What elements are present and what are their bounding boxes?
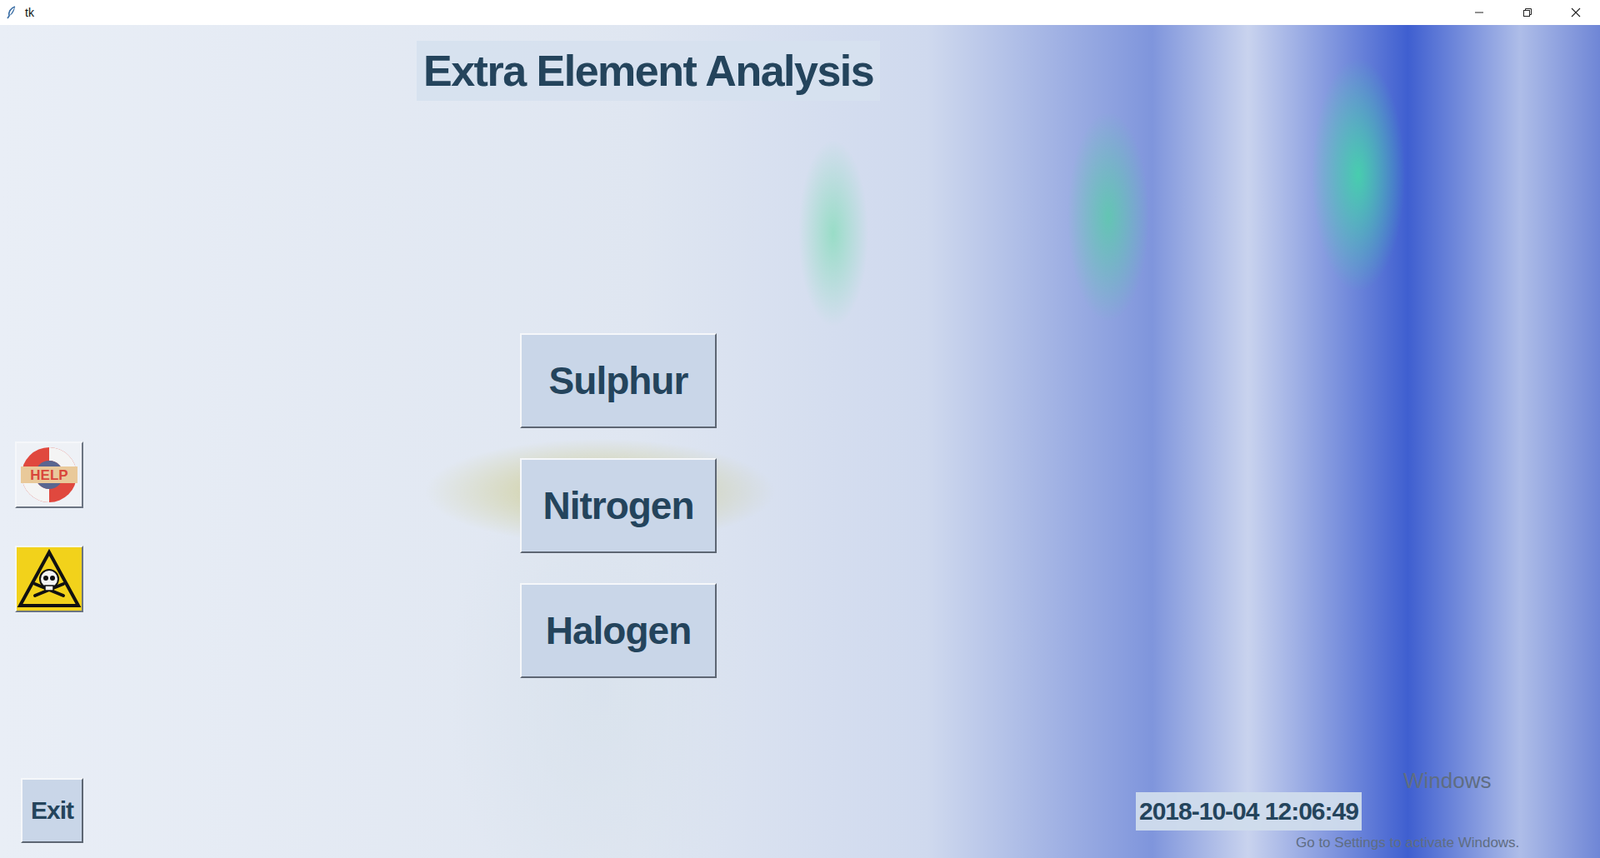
lifebuoy-icon: HELP [16,443,82,507]
minimize-button[interactable] [1455,0,1504,25]
app-window: tk HELP Exit Extra Element Analysis Sulp… [0,0,1600,858]
window-title: tk [25,5,35,20]
restore-icon [1522,7,1533,18]
minimize-icon [1474,7,1485,18]
element-button[interactable]: Halogen [520,583,717,679]
element-button[interactable]: Nitrogen [520,458,717,554]
close-button[interactable] [1551,0,1600,25]
watermark-title: Windows [1403,768,1491,795]
title-bar: tk [0,0,1600,25]
exit-button[interactable]: Exit [20,778,84,844]
close-icon [1570,7,1581,18]
status-area: 2018-10-04 12:06:49 [1150,25,1600,858]
help-button[interactable]: HELP [15,441,84,509]
side-tools: HELP Exit [0,25,84,858]
element-buttons: Sulphur Nitrogen Halogen [520,333,717,679]
content: Extra Element Analysis Sulphur Nitrogen Ha… [83,25,1150,858]
element-button[interactable]: Sulphur [520,333,717,429]
poison-icon [16,547,82,611]
heading: Extra Element Analysis [416,40,880,101]
svg-text:HELP: HELP [30,467,68,484]
restore-button[interactable] [1503,0,1552,25]
main-area: HELP Exit Extra Element Analysis Sulphur… [0,25,1600,858]
hazard-button[interactable] [15,545,84,613]
clock: 2018-10-04 12:06:49 [1135,792,1362,831]
watermark-text: Go to Settings to activate Windows. [1295,835,1520,852]
feather-icon [5,5,19,20]
